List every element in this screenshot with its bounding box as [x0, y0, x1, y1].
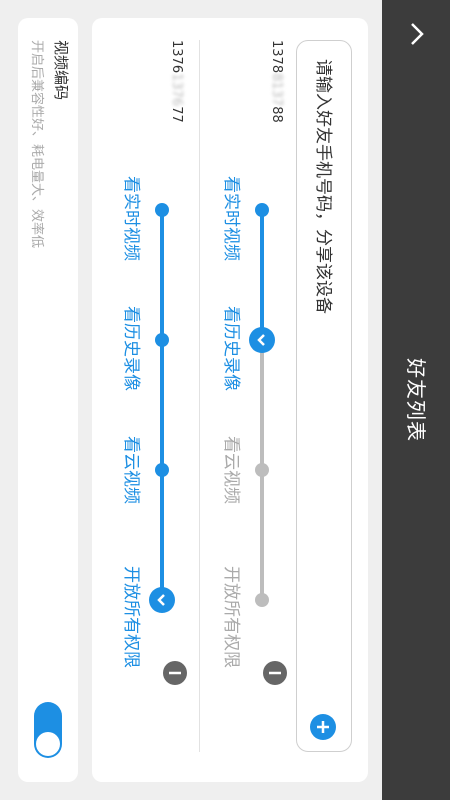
permission-step-dot[interactable]: [255, 463, 269, 477]
video-codec-title: 视频编码: [52, 40, 70, 101]
phone-masked: 1376: [169, 73, 184, 107]
friends-card: 请输入好友手机号码，分享该设备 1378813788 看实时视频 看历史录像 看…: [92, 18, 368, 782]
permission-fill: [160, 210, 164, 600]
friend-phone: 1376137677: [168, 40, 184, 123]
permission-label-cloud[interactable]: 看云视频: [120, 436, 142, 504]
phone-suffix: 88: [269, 106, 284, 123]
permission-step-dot[interactable]: [155, 203, 169, 217]
phone-prefix: 1376: [169, 40, 184, 74]
friend-phone: 1378813788: [268, 40, 284, 123]
share-phone-input[interactable]: 请输入好友手机号码，分享该设备: [296, 40, 352, 752]
friend-row: 1378813788 看实时视频 看历史录像 看云视频 开放所有权限: [200, 40, 287, 752]
permission-label-all[interactable]: 开放所有权限: [220, 566, 242, 668]
permission-label-live[interactable]: 看实时视频: [120, 176, 142, 261]
remove-friend-button[interactable]: [162, 660, 188, 686]
share-phone-placeholder: 请输入好友手机号码，分享该设备: [313, 59, 333, 314]
page-title: 好友列表: [404, 358, 428, 442]
chevron-down-icon: [257, 334, 265, 346]
phone-suffix: 77: [169, 106, 184, 123]
permission-slider-handle[interactable]: [149, 587, 175, 613]
permission-label-history[interactable]: 看历史录像: [120, 306, 142, 391]
plus-icon: [310, 714, 336, 740]
permission-fill: [260, 210, 264, 340]
video-codec-description: 开启后兼容性好、耗电量大、效率低: [29, 40, 44, 249]
minus-icon: [263, 661, 287, 685]
permission-step-dot[interactable]: [155, 463, 169, 477]
video-codec-card: 视频编码 开启后兼容性好、耗电量大、效率低: [18, 18, 78, 782]
permission-label-history[interactable]: 看历史录像: [220, 306, 242, 391]
chevron-down-icon: [157, 594, 165, 606]
minus-icon: [163, 661, 187, 685]
row-divider: [199, 40, 200, 752]
permission-label-cloud[interactable]: 看云视频: [220, 436, 242, 504]
screen: 好友列表 请输入好友手机号码，分享该设备 1378813788 看实时视频 看历…: [0, 0, 450, 800]
friend-row: 1376137677 看实时视频 看历史录像 看云视频 开放所有权限: [100, 40, 187, 752]
phone-prefix: 1378: [269, 40, 284, 74]
permission-label-live[interactable]: 看实时视频: [220, 176, 242, 261]
permission-step-dot[interactable]: [255, 593, 269, 607]
phone-masked: 8137: [269, 73, 284, 107]
permission-step-dot[interactable]: [155, 333, 169, 347]
video-codec-toggle[interactable]: [34, 702, 62, 758]
permission-label-all[interactable]: 开放所有权限: [120, 566, 142, 668]
permission-slider-handle[interactable]: [249, 327, 275, 353]
remove-friend-button[interactable]: [262, 660, 288, 686]
permission-step-dot[interactable]: [255, 203, 269, 217]
toggle-thumb: [36, 732, 60, 756]
header-bar: 好友列表: [382, 0, 450, 800]
add-friend-button[interactable]: [309, 713, 337, 741]
